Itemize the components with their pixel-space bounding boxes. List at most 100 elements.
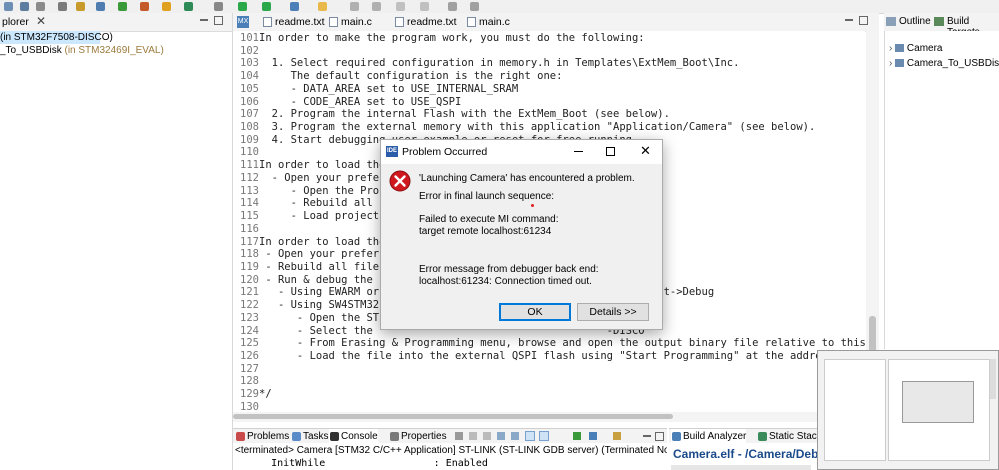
dialog-titlebar[interactable]: IDE Problem Occurred ✕ xyxy=(381,140,662,164)
code-line[interactable]: 105 - DATA_AREA set to USE_INTERNAL_SRAM xyxy=(233,83,518,96)
code-line[interactable]: 117In order to load the xyxy=(233,236,385,249)
tab-readme-1[interactable]: readme.txt xyxy=(261,13,325,31)
code-line[interactable]: 108 3. Program the external memory with … xyxy=(233,121,815,134)
mark-icon[interactable] xyxy=(420,2,429,11)
code-line[interactable]: 106 - CODE_AREA set to USE_QSPI xyxy=(233,96,461,109)
chevron-right-icon[interactable]: › xyxy=(889,43,892,54)
tab-readme-2[interactable]: readme.txt xyxy=(393,13,457,31)
code-line[interactable]: 112 - Open your prefe xyxy=(233,172,379,185)
tab-tasks[interactable]: Tasks xyxy=(291,429,329,444)
code-line[interactable]: 115 - Load project xyxy=(233,210,379,223)
code-line[interactable]: 101In order to make the program work, yo… xyxy=(233,32,645,45)
code-line[interactable]: 116 xyxy=(233,223,259,236)
close-icon[interactable]: ✕ xyxy=(640,143,651,159)
settings-icon[interactable] xyxy=(36,2,45,11)
target-icon xyxy=(895,59,905,68)
code-line[interactable]: 110 xyxy=(233,146,259,159)
code-line[interactable]: 103 1. Select required configuration in … xyxy=(233,57,739,70)
maximize-icon[interactable] xyxy=(606,147,615,156)
tab-properties[interactable]: Properties xyxy=(389,429,447,444)
minimize-icon[interactable] xyxy=(574,151,583,152)
word-wrap-icon[interactable] xyxy=(511,432,519,440)
display-console-icon[interactable] xyxy=(589,432,597,440)
details-button[interactable]: Details >> xyxy=(577,303,649,321)
toggle-icon[interactable] xyxy=(372,2,381,11)
clear-console-icon[interactable] xyxy=(483,432,491,440)
run-config-icon[interactable] xyxy=(162,2,171,11)
tree-item-camera-to-usbdisk[interactable]: _To_USBDisk (in STM32469I_EVAL) xyxy=(0,44,164,57)
code-line[interactable]: 102 xyxy=(233,45,259,58)
minimize-icon[interactable] xyxy=(200,19,208,21)
editor-horizontal-scrollbar[interactable] xyxy=(233,412,866,422)
code-text: - Open the ST xyxy=(259,311,380,324)
minimize-icon[interactable] xyxy=(845,19,853,21)
maximize-icon[interactable] xyxy=(859,16,868,25)
code-text: In order to load the xyxy=(259,159,386,172)
terminate-icon[interactable] xyxy=(573,432,581,440)
stop-icon[interactable] xyxy=(455,432,463,440)
lightning-icon[interactable] xyxy=(318,2,327,11)
code-line[interactable]: 114 - Rebuild all xyxy=(233,197,373,210)
window-preview-thumbnail[interactable] xyxy=(817,350,999,470)
new-icon[interactable] xyxy=(4,2,13,11)
chevron-right-icon[interactable]: › xyxy=(889,58,892,69)
code-line[interactable]: 130 xyxy=(233,401,259,412)
code-line[interactable]: 127 xyxy=(233,363,259,376)
code-line[interactable]: 123 - Open the ST xyxy=(233,312,379,325)
tree-item-camera-to-usbdisk[interactable]: › Camera_To_USBDisk xyxy=(889,58,999,69)
code-line[interactable]: 104 The default configuration is the rig… xyxy=(233,70,562,83)
tab-main-2[interactable]: main.c xyxy=(465,13,510,31)
code-text: 1. Select required configuration in memo… xyxy=(259,57,740,70)
project-explorer-tab[interactable]: plorer ✕ xyxy=(0,13,232,32)
tab-console[interactable]: Console xyxy=(329,429,378,444)
refresh-icon[interactable] xyxy=(184,2,193,11)
pin-console-icon[interactable] xyxy=(525,431,535,441)
scroll-thumb[interactable] xyxy=(233,414,673,419)
code-line[interactable]: 129*/ xyxy=(233,388,272,401)
tab-main-1[interactable]: main.c xyxy=(327,13,372,31)
back-icon[interactable] xyxy=(448,2,457,11)
code-line[interactable]: 126 - Load the file into the external QS… xyxy=(233,350,834,363)
tree-item-camera[interactable]: › Camera xyxy=(889,43,942,54)
code-line[interactable]: 111In order to load the xyxy=(233,159,385,172)
code-text: - Using SW4STM32 xyxy=(259,299,380,312)
tab-problems[interactable]: Problems xyxy=(235,429,289,444)
code-line[interactable]: 125 - From Erasing & Programming menu, b… xyxy=(233,337,865,350)
code-line[interactable]: 122 - Using SW4STM32 xyxy=(233,299,379,312)
remove-launch-icon[interactable] xyxy=(469,432,477,440)
save-icon[interactable] xyxy=(20,2,29,11)
annotation-icon[interactable] xyxy=(396,2,405,11)
maximize-icon[interactable] xyxy=(214,16,223,25)
mx-icon[interactable]: MX xyxy=(237,16,249,28)
folder-icon[interactable] xyxy=(76,2,85,11)
debug-icon[interactable] xyxy=(118,2,127,11)
run-icon[interactable] xyxy=(238,2,247,11)
target-icon[interactable] xyxy=(96,2,105,11)
ok-button[interactable]: OK xyxy=(499,303,571,321)
code-line[interactable]: 128 xyxy=(233,375,259,388)
code-line[interactable]: 119 - Rebuild all files xyxy=(233,261,385,274)
maximize-icon[interactable] xyxy=(655,432,664,441)
build-icon[interactable] xyxy=(58,2,67,11)
close-icon[interactable]: ✕ xyxy=(36,14,46,28)
code-line[interactable]: 118 - Open your prefer xyxy=(233,248,379,261)
open-console-icon[interactable] xyxy=(613,432,621,440)
tree-item-camera[interactable]: (in STM32F7508-DISCO) xyxy=(0,31,113,44)
forward-icon[interactable] xyxy=(470,2,479,11)
code-line[interactable]: 107 2. Program the internal Flash with t… xyxy=(233,108,670,121)
external-tools-icon[interactable] xyxy=(290,2,299,11)
search-icon[interactable] xyxy=(350,2,359,11)
scroll-lock-icon[interactable] xyxy=(497,432,505,440)
code-line[interactable]: 113 - Open the Pro xyxy=(233,185,379,198)
tab-outline[interactable]: Outline xyxy=(899,16,931,27)
tab-static-stack[interactable]: Static Stack xyxy=(757,429,822,444)
code-line[interactable]: 120 - Run & debug the p xyxy=(233,274,385,287)
gear-icon[interactable] xyxy=(214,2,223,11)
editor-tab-bar: MX readme.txt main.c readme.txt main.c xyxy=(233,13,879,32)
show-console-icon[interactable] xyxy=(539,431,549,441)
console-output[interactable]: <terminated> Camera [STM32 C/C++ Applica… xyxy=(233,443,667,470)
tool-icon[interactable] xyxy=(140,2,149,11)
run-dropdown-icon[interactable] xyxy=(262,2,271,11)
tab-build-analyzer[interactable]: Build Analyzer xyxy=(671,429,747,444)
minimize-icon[interactable] xyxy=(643,435,651,437)
